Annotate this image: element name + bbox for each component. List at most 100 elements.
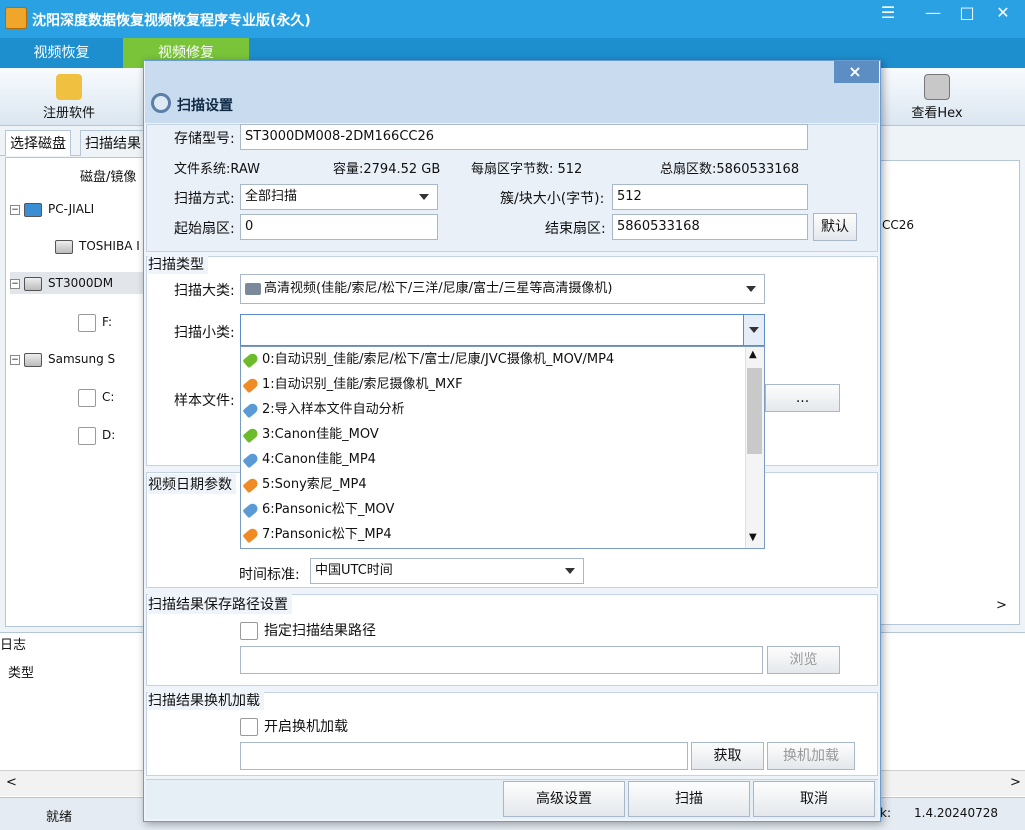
tag-icon	[242, 451, 260, 468]
tree-label: Samsung S	[48, 352, 116, 366]
dropdown-arrow-icon	[565, 568, 575, 574]
dropdown-option[interactable]: 2:导入样本文件自动分析	[242, 397, 405, 422]
subcategory-select[interactable]	[240, 314, 765, 346]
minimize-icon[interactable]: —	[918, 2, 948, 24]
category-value: 高清视频(佳能/索尼/松下/三洋/尼康/富士/三星等高清摄像机)	[264, 281, 613, 296]
dropdown-option[interactable]: 0:自动识别_佳能/索尼/松下/富士/尼康/JVC摄像机_MOV/MP4	[242, 347, 615, 372]
partition-checkbox[interactable]	[78, 426, 96, 445]
tree-item-toshiba[interactable]: TOSHIBA I	[55, 235, 140, 257]
scan-mode-select[interactable]: 全部扫描	[240, 184, 438, 210]
end-sector-field[interactable]: 5860533168	[612, 214, 808, 240]
option-label: 1:自动识别_佳能/索尼摄像机_MXF	[262, 377, 463, 392]
collapse-icon[interactable]: −	[10, 278, 20, 289]
partition-checkbox[interactable]	[78, 313, 96, 332]
tab-video-recovery[interactable]: 视频恢复	[0, 38, 123, 68]
advanced-settings-button[interactable]: 高级设置	[503, 781, 625, 817]
partition-checkbox[interactable]	[78, 388, 96, 407]
app-title: 沈阳深度数据恢复视频恢复程序专业版(永久)	[32, 13, 311, 29]
scroll-down-icon[interactable]: ▼	[749, 532, 757, 543]
tree-item-st3000[interactable]: − ST3000DM	[10, 272, 145, 294]
sample-file-label: 样本文件:	[174, 393, 235, 409]
chevron-down-icon	[746, 286, 756, 292]
register-button[interactable]: 注册软件	[30, 70, 108, 126]
specify-path-checkbox-row[interactable]: 指定扫描结果路径	[240, 620, 376, 640]
option-label: 3:Canon佳能_MOV	[262, 427, 379, 442]
enable-switch-checkbox-row[interactable]: 开启换机加载	[240, 716, 348, 736]
tag-icon	[242, 526, 260, 543]
switch-load-input[interactable]	[240, 742, 688, 770]
dialog-header	[145, 61, 879, 123]
status-version: 1.4.20240728	[914, 806, 998, 820]
scroll-right-icon[interactable]: >	[1010, 775, 1021, 790]
disk-icon	[24, 276, 42, 291]
collapse-icon[interactable]: −	[10, 354, 20, 365]
default-button[interactable]: 默认	[813, 213, 857, 241]
specify-path-checkbox[interactable]	[240, 622, 258, 640]
cancel-button[interactable]: 取消	[753, 781, 875, 817]
scan-button[interactable]: 扫描	[628, 781, 750, 817]
computer-icon	[24, 202, 42, 217]
tree-label: PC-JIALI	[48, 202, 95, 216]
tree-item-f[interactable]: F:	[78, 311, 112, 333]
cluster-size-field[interactable]: 512	[612, 184, 808, 210]
option-label: 7:Pansonic松下_MP4	[262, 527, 392, 542]
tag-icon	[242, 351, 260, 368]
scan-mode-value: 全部扫描	[245, 189, 298, 204]
tree-label: C:	[102, 390, 115, 404]
sample-browse-button[interactable]: ...	[765, 384, 840, 412]
time-standard-select[interactable]: 中国UTC时间	[310, 558, 584, 584]
dropdown-option[interactable]: 3:Canon佳能_MOV	[242, 422, 379, 447]
end-sector-label: 结束扇区:	[545, 221, 606, 237]
tab-select-disk[interactable]: 选择磁盘	[5, 130, 71, 156]
switch-load-title: 扫描结果换机加载	[148, 690, 264, 710]
cluster-size-label: 簇/块大小(字节):	[500, 191, 605, 207]
dropdown-option[interactable]: 5:Sony索尼_MP4	[242, 472, 367, 497]
bytes-per-sector-label: 每扇区字节数: 512	[471, 162, 583, 177]
dropdown-option[interactable]: 4:Canon佳能_MP4	[242, 447, 376, 472]
log-title: 日志	[0, 638, 27, 653]
key-icon	[56, 74, 82, 100]
dialog-title: 扫描设置	[177, 98, 233, 114]
total-sectors-label: 总扇区数:5860533168	[660, 162, 800, 177]
tab-scan-results[interactable]: 扫描结果	[80, 130, 146, 156]
option-label: 5:Sony索尼_MP4	[262, 477, 367, 492]
chevron-down-icon[interactable]	[743, 315, 764, 345]
start-sector-field[interactable]: 0	[240, 214, 438, 240]
fetch-button[interactable]: 获取	[691, 742, 764, 770]
scan-type-title: 扫描类型	[148, 254, 208, 274]
hamburger-icon[interactable]: ☰	[873, 2, 903, 24]
category-select[interactable]: 高清视频(佳能/索尼/松下/三洋/尼康/富士/三星等高清摄像机)	[240, 274, 765, 304]
option-label: 0:自动识别_佳能/索尼/松下/富士/尼康/JVC摄像机_MOV/MP4	[262, 352, 615, 367]
tree-label: ST3000DM	[48, 276, 114, 290]
tag-icon	[242, 476, 260, 493]
switch-load-button[interactable]: 换机加载	[767, 742, 855, 770]
time-standard-label: 时间标准:	[239, 567, 300, 583]
tree-item-pc[interactable]: − PC-JIALI	[10, 198, 94, 220]
dropdown-scroll-thumb[interactable]	[747, 368, 762, 454]
dropdown-option[interactable]: 1:自动识别_佳能/索尼摄像机_MXF	[242, 372, 463, 397]
scroll-left-icon[interactable]: <	[6, 775, 17, 790]
time-standard-value: 中国UTC时间	[315, 563, 393, 578]
maximize-icon[interactable]: □	[952, 2, 982, 24]
enable-switch-checkbox[interactable]	[240, 718, 258, 736]
view-hex-button[interactable]: 查看Hex	[900, 70, 974, 126]
scroll-right-icon[interactable]: >	[996, 598, 1007, 613]
dropdown-option[interactable]: 7:Pansonic松下_MP4	[242, 522, 392, 547]
tree-item-samsung[interactable]: − Samsung S	[10, 348, 115, 370]
close-icon[interactable]: ✕	[988, 2, 1018, 24]
option-label: 2:导入样本文件自动分析	[262, 402, 405, 417]
log-column-type: 类型	[8, 666, 35, 681]
path-input[interactable]	[240, 646, 763, 674]
tree-item-c[interactable]: C:	[78, 386, 114, 408]
scroll-up-icon[interactable]: ▲	[749, 349, 757, 360]
disk-icon	[55, 239, 73, 254]
collapse-icon[interactable]: −	[10, 204, 20, 215]
dialog-close-button[interactable]: ×	[842, 62, 868, 82]
dropdown-option[interactable]: 6:Pansonic松下_MOV	[242, 497, 394, 522]
browse-button[interactable]: 浏览	[767, 646, 840, 674]
disk-icon	[24, 352, 42, 367]
right-panel-text: CC26	[882, 218, 915, 232]
tree-header: 磁盘/镜像	[80, 170, 137, 185]
category-label: 扫描大类:	[174, 283, 235, 299]
tree-item-d[interactable]: D:	[78, 424, 115, 446]
